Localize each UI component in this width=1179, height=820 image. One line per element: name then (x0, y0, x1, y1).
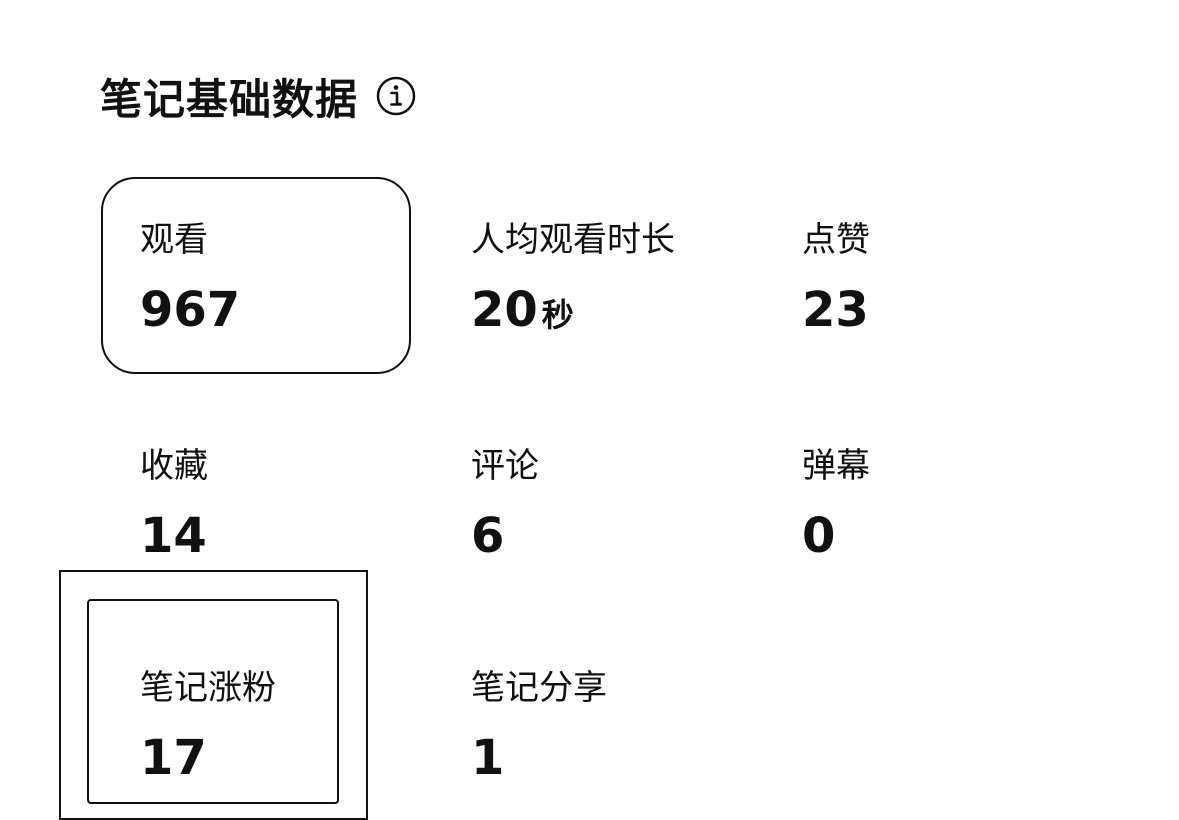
stat-label: 观看 (140, 220, 208, 260)
stat-value: 6 (471, 508, 505, 564)
stat-value: 967 (140, 282, 241, 338)
stat-shares[interactable]: 笔记分享 1 (471, 668, 731, 784)
stat-value: 0 (802, 508, 836, 564)
section-header: 笔记基础数据 (100, 64, 416, 128)
stat-views[interactable]: 观看 967 (140, 220, 400, 336)
stat-comments[interactable]: 评论 6 (471, 446, 731, 562)
stat-label: 笔记涨粉 (140, 668, 276, 708)
stat-value-number: 20 (471, 282, 538, 338)
section-title: 笔记基础数据 (100, 74, 359, 124)
stat-value: 14 (140, 508, 207, 564)
stat-likes[interactable]: 点赞 23 (802, 220, 1062, 336)
stat-value: 23 (802, 282, 869, 338)
stat-label: 笔记分享 (471, 668, 607, 708)
stat-favorites[interactable]: 收藏 14 (140, 446, 400, 562)
stat-value-unit: 秒 (541, 296, 574, 334)
info-icon[interactable] (376, 76, 416, 116)
stat-label: 弹幕 (802, 446, 870, 486)
stat-label: 收藏 (140, 446, 208, 486)
stat-danmaku[interactable]: 弹幕 0 (802, 446, 1062, 562)
stat-label: 点赞 (802, 220, 870, 260)
stat-value: 20 秒 (471, 284, 731, 341)
stat-value: 1 (471, 730, 505, 786)
stat-value: 17 (140, 730, 207, 786)
stat-label: 评论 (471, 446, 539, 486)
stat-followers-gained[interactable]: 笔记涨粉 17 (140, 668, 400, 784)
stat-label: 人均观看时长 (471, 220, 675, 260)
stat-avg-watch-time[interactable]: 人均观看时长 20 秒 (471, 220, 731, 341)
